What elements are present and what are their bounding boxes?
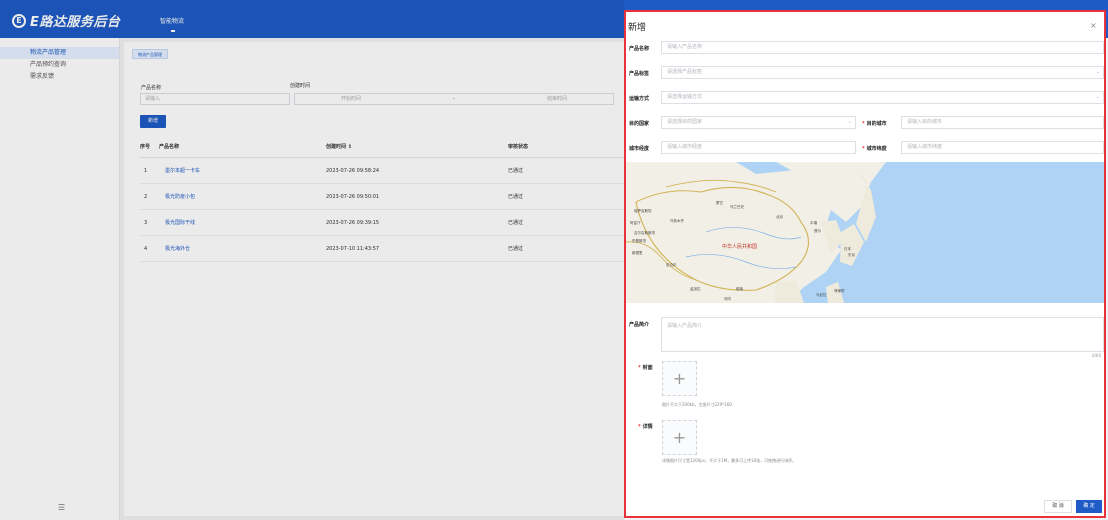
map-label: 菲律宾: [834, 288, 845, 293]
detail-hint: 详情图片尺寸宽1200px，不大于1M，最多可上传10张，可拖拽进行排序。: [662, 458, 797, 463]
dest-country-select[interactable]: 请选择目的国家 ⌄: [661, 116, 856, 129]
add-product-dialog: 新增 × 产品名称 请输入产品名称 产品标签 请选择产品标签 ⌄ 运输方式 请选…: [624, 10, 1106, 518]
map-label: 巴基斯坦: [632, 238, 646, 243]
map-label: 河内: [724, 296, 732, 301]
map-label: 乌鲁木齐: [670, 218, 684, 223]
city-lng-input[interactable]: 请输入城市经度: [661, 141, 856, 154]
dest-country-label: 目的国家: [629, 121, 650, 127]
map-label: 哈萨克斯坦: [634, 208, 652, 213]
product-name-label: 产品名称: [629, 46, 650, 52]
intro-label: 产品简介: [629, 322, 650, 328]
cover-hint: 图片不大于200kb，主图尺寸229*160: [662, 402, 732, 407]
dest-city-label-text: 目的城市: [866, 121, 887, 127]
city-lat-label: * 城市纬度: [862, 145, 887, 152]
detail-label: * 详情: [638, 423, 653, 430]
map-label: 阿富汗: [630, 220, 641, 225]
product-tag-label: 产品标签: [629, 71, 650, 77]
chevron-down-icon: ⌄: [1095, 94, 1100, 100]
cancel-button[interactable]: 取 消: [1044, 500, 1072, 513]
modal-backdrop[interactable]: [0, 0, 624, 520]
dest-city-label: * 目的城市: [862, 120, 887, 127]
intro-char-counter: 0/60: [1092, 353, 1101, 358]
map-label: 乌兰巴托: [730, 204, 744, 209]
close-icon[interactable]: ×: [1090, 21, 1097, 30]
confirm-button[interactable]: 确 定: [1076, 500, 1102, 513]
cover-label-text: 封面: [642, 365, 653, 371]
required-marker: *: [638, 424, 641, 430]
product-tag-select[interactable]: 请选择产品标签 ⌄: [661, 66, 1104, 79]
dialog-title: 新增: [628, 23, 647, 33]
city-lat-label-text: 城市纬度: [866, 146, 887, 152]
product-name-input[interactable]: 请输入产品名称: [661, 41, 1104, 54]
chevron-down-icon: ⌄: [1095, 69, 1100, 75]
map-label: 孟加拉: [690, 286, 701, 291]
map-label: 东京: [848, 252, 856, 257]
transport-placeholder: 请选择运输方式: [667, 94, 703, 100]
required-marker: *: [638, 365, 641, 371]
product-tag-placeholder: 请选择产品标签: [667, 69, 703, 75]
map-label: 吉尔吉斯斯坦: [634, 230, 655, 235]
map-label: 越南: [736, 286, 744, 291]
map-label: 新德里: [632, 250, 643, 255]
transport-label: 运输方式: [629, 96, 650, 102]
chevron-down-icon: ⌄: [847, 119, 852, 125]
map-label: 尼泊尔: [666, 262, 677, 267]
plus-icon: +: [672, 369, 687, 388]
cover-upload[interactable]: +: [662, 361, 697, 396]
map-label-china: 中华人民共和国: [722, 243, 757, 250]
land-mass-mainland: [626, 162, 841, 303]
map-label: 平壤: [810, 220, 818, 225]
dest-country-placeholder: 请选择目的国家: [667, 119, 703, 125]
transport-select[interactable]: 请选择运输方式 ⌄: [661, 91, 1104, 104]
required-marker: *: [862, 121, 865, 127]
detail-label-text: 详情: [642, 424, 653, 430]
city-lng-label: 城市经度: [629, 146, 650, 152]
dest-city-input[interactable]: 请输入目的城市: [901, 116, 1104, 129]
required-marker: *: [862, 146, 865, 152]
cover-label: * 封面: [638, 364, 653, 371]
plus-icon: +: [672, 428, 687, 447]
detail-upload[interactable]: +: [662, 420, 697, 455]
map-label: 蒙古: [716, 200, 724, 205]
map-label: 北京: [776, 214, 784, 219]
map-label: 首尔: [814, 228, 822, 233]
location-map[interactable]: 中华人民共和国 蒙古 乌兰巴托 哈萨克斯坦 吉尔吉斯斯坦 日本 东京 北京 首尔…: [626, 162, 1104, 303]
map-graphic: 中华人民共和国 蒙古 乌兰巴托 哈萨克斯坦 吉尔吉斯斯坦 日本 东京 北京 首尔…: [626, 162, 886, 303]
map-label: 日本: [844, 246, 852, 251]
intro-textarea[interactable]: 请输入产品简介: [661, 317, 1104, 352]
map-label: 马尼拉: [816, 292, 827, 297]
city-lat-input[interactable]: 请输入城市纬度: [901, 141, 1104, 154]
